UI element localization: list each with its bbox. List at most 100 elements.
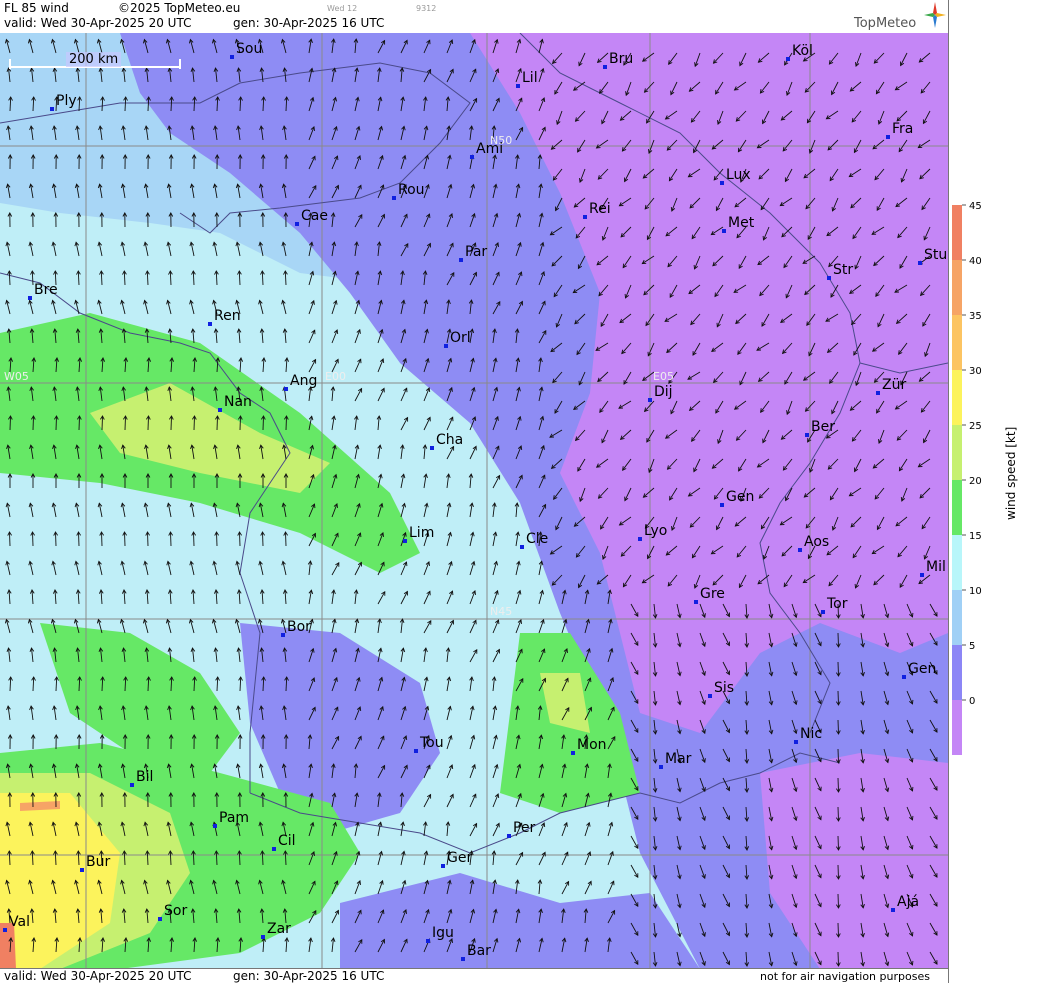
city-label: Ber bbox=[811, 419, 835, 435]
city-label: Bre bbox=[34, 282, 58, 298]
city-marker bbox=[516, 84, 520, 88]
city-marker bbox=[272, 847, 276, 851]
city-label: Str bbox=[833, 262, 853, 278]
grid-label-n45: N45 bbox=[490, 605, 512, 618]
city-marker bbox=[281, 633, 285, 637]
city-label: Igu bbox=[432, 925, 454, 941]
city-marker bbox=[218, 408, 222, 412]
city-label: Ger bbox=[447, 850, 472, 866]
city-label: Ren bbox=[214, 308, 241, 324]
city-marker bbox=[827, 276, 831, 280]
city-label: Ajá bbox=[897, 894, 919, 910]
wind-map[interactable]: 200 km N50 N45 W05 E00 E05 SouPlyLilBruK… bbox=[0, 33, 948, 969]
city-marker bbox=[208, 322, 212, 326]
wind-field-svg bbox=[0, 33, 948, 969]
city-label: Zür bbox=[882, 377, 906, 393]
map-header: FL 85 wind ©2025 TopMeteo.eu Wed 12 9312… bbox=[0, 0, 948, 33]
city-label: Gen bbox=[726, 489, 754, 505]
product-title: FL 85 wind bbox=[4, 1, 69, 15]
legend-tick-label: 40 bbox=[969, 256, 982, 267]
city-label: Zar bbox=[267, 921, 291, 937]
city-marker bbox=[392, 196, 396, 200]
legend-swatch bbox=[952, 315, 962, 370]
city-label: Pam bbox=[219, 810, 249, 826]
city-marker bbox=[694, 600, 698, 604]
city-label: Mar bbox=[665, 751, 691, 767]
legend-swatch bbox=[952, 370, 962, 425]
compass-star-icon bbox=[924, 2, 946, 28]
color-legend: 454035302520151050 wind speed [kt] bbox=[948, 0, 1039, 983]
city-label: Fra bbox=[892, 121, 913, 137]
legend-swatch bbox=[952, 260, 962, 315]
grid-label-e05: E05 bbox=[653, 370, 674, 383]
footer-generated-time: gen: 30-Apr-2025 16 UTC bbox=[233, 969, 384, 983]
city-label: Rei bbox=[589, 201, 611, 217]
city-marker bbox=[520, 545, 524, 549]
legend-swatch bbox=[952, 425, 962, 480]
valid-time: valid: Wed 30-Apr-2025 20 UTC bbox=[4, 16, 191, 30]
city-label: Nan bbox=[224, 394, 252, 410]
city-label: Cae bbox=[301, 208, 328, 224]
city-label: Rou bbox=[398, 182, 425, 198]
city-marker bbox=[798, 548, 802, 552]
city-label: Stu bbox=[924, 247, 947, 263]
city-marker bbox=[3, 928, 7, 932]
city-label: Dij bbox=[654, 384, 673, 400]
city-label: Ang bbox=[290, 373, 317, 389]
legend-swatch bbox=[952, 480, 962, 535]
legend-tick-label: 30 bbox=[969, 366, 982, 377]
legend-title: wind speed [kt] bbox=[1004, 427, 1018, 520]
city-label: Bor bbox=[287, 619, 311, 635]
city-label: Par bbox=[465, 244, 487, 260]
city-marker bbox=[648, 398, 652, 402]
legend-colorbar: 454035302520151050 bbox=[949, 0, 1039, 983]
city-marker bbox=[284, 387, 288, 391]
city-marker bbox=[805, 433, 809, 437]
legend-swatch bbox=[952, 205, 962, 260]
city-marker bbox=[28, 296, 32, 300]
brand-name: TopMeteo bbox=[854, 16, 916, 31]
legend-tick-label: 45 bbox=[969, 201, 982, 212]
city-marker bbox=[213, 824, 217, 828]
legend-tick-label: 25 bbox=[969, 421, 982, 432]
city-label: Cle bbox=[526, 531, 548, 547]
city-marker bbox=[230, 55, 234, 59]
city-label: Gre bbox=[700, 586, 725, 602]
city-label: Per bbox=[513, 820, 535, 836]
city-label: Gen bbox=[908, 661, 936, 677]
city-label: Cil bbox=[278, 833, 296, 849]
legend-swatch bbox=[952, 700, 962, 755]
legend-tick-label: 5 bbox=[969, 641, 975, 652]
city-marker bbox=[638, 537, 642, 541]
disclaimer-text: not for air navigation purposes bbox=[760, 970, 930, 983]
city-marker bbox=[80, 868, 84, 872]
city-marker bbox=[794, 740, 798, 744]
city-marker bbox=[426, 939, 430, 943]
city-marker bbox=[720, 181, 724, 185]
city-marker bbox=[459, 258, 463, 262]
city-label: Ami bbox=[476, 141, 503, 157]
city-marker bbox=[603, 65, 607, 69]
scale-label: 200 km bbox=[66, 52, 121, 67]
city-marker bbox=[722, 229, 726, 233]
city-label: Lux bbox=[726, 167, 751, 183]
city-marker bbox=[470, 155, 474, 159]
legend-swatch bbox=[952, 645, 962, 700]
city-marker bbox=[659, 765, 663, 769]
city-marker bbox=[403, 539, 407, 543]
city-label: Köl bbox=[792, 43, 813, 59]
copyright-text: ©2025 TopMeteo.eu bbox=[118, 1, 240, 15]
city-marker bbox=[708, 694, 712, 698]
legend-swatch bbox=[952, 590, 962, 645]
city-marker bbox=[130, 783, 134, 787]
city-label: Val bbox=[9, 914, 30, 930]
city-label: Bru bbox=[609, 51, 633, 67]
city-label: Bur bbox=[86, 854, 110, 870]
legend-tick-label: 15 bbox=[969, 531, 982, 542]
city-label: Nic bbox=[800, 726, 822, 742]
city-marker bbox=[261, 935, 265, 939]
city-label: Lyo bbox=[644, 523, 667, 539]
topmeteo-logo[interactable]: TopMeteo bbox=[840, 2, 946, 32]
city-marker bbox=[786, 57, 790, 61]
legend-tick-label: 35 bbox=[969, 311, 982, 322]
